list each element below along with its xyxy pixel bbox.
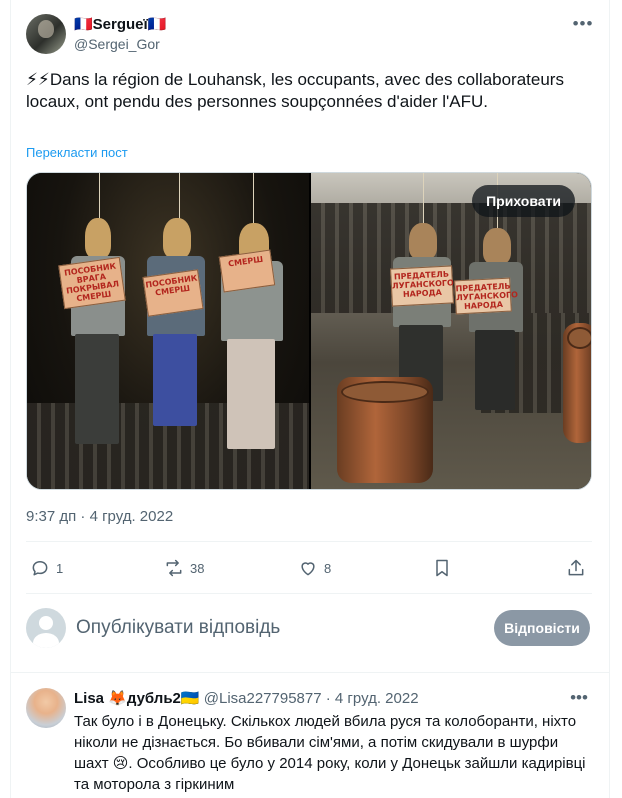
like-action[interactable]: 8: [298, 556, 331, 580]
reply-composer: Опублікувати відповідь Відповісти: [26, 608, 592, 648]
share-action[interactable]: [566, 556, 586, 580]
post-photo-1[interactable]: ПОСОБНИК ВРАГА ПОКРЫВАЛ СМЕРШ ПОСОБНИК С…: [27, 173, 309, 489]
post-text: ⚡⚡Dans la région de Louhansk, les occupa…: [26, 70, 564, 111]
commenter-handle[interactable]: @Lisa227795877: [204, 690, 322, 707]
action-bar: 1 38 8: [26, 556, 592, 580]
sign: СМЕРШ: [218, 249, 276, 293]
repost-count: 38: [190, 560, 205, 576]
bookmark-action[interactable]: [432, 556, 452, 580]
author-avatar[interactable]: [26, 14, 66, 54]
bookmark-icon: [436, 559, 448, 577]
barrel-decoration: [337, 377, 433, 483]
post-header: 🇫🇷Sergueï🇫🇷 @Sergei_Gor •••: [26, 14, 596, 56]
post-timestamp[interactable]: 9:37 дп · 4 груд. 2022: [26, 508, 173, 525]
hide-media-button[interactable]: Приховати: [472, 185, 575, 217]
like-count: 8: [324, 560, 332, 576]
commenter-name[interactable]: Lisa 🦊дубль2🇺🇦: [74, 690, 200, 707]
sign: ПОСОБНИК СМЕРШ: [142, 269, 204, 317]
reply-count: 1: [56, 560, 64, 576]
divider: [10, 672, 610, 673]
repost-action[interactable]: 38: [164, 556, 204, 580]
comment-date[interactable]: 4 груд. 2022: [335, 690, 419, 707]
divider: [26, 593, 592, 594]
heart-icon: [301, 562, 315, 576]
divider: [26, 541, 592, 542]
commenter-avatar[interactable]: [26, 688, 66, 728]
author-name[interactable]: 🇫🇷Sergueï🇫🇷: [74, 15, 166, 33]
figure: [465, 228, 527, 418]
rope: [423, 173, 424, 228]
barrel-decoration: [563, 323, 591, 443]
figure: [143, 218, 207, 438]
reply-input[interactable]: Опублікувати відповідь: [76, 617, 280, 639]
user-avatar[interactable]: [26, 608, 66, 648]
comment-header: Lisa 🦊дубль2🇺🇦 @Lisa227795877 · 4 груд. …: [74, 689, 419, 707]
reply-button[interactable]: Відповісти: [494, 610, 590, 646]
sign: ПРЕДАТЕЛЬ ЛУГАНСКОГО НАРОДА: [390, 265, 454, 307]
sign: ПРЕДАТЕЛЬ ЛУГАНСКОГО НАРОДА: [454, 277, 518, 315]
translate-post-link[interactable]: Перекласти пост: [26, 145, 128, 160]
meta-separator: ·: [321, 690, 335, 707]
more-options-icon[interactable]: •••: [570, 14, 596, 34]
more-options-icon[interactable]: •••: [566, 688, 592, 708]
share-icon: [568, 559, 584, 576]
author-handle[interactable]: @Sergei_Gor: [74, 36, 160, 52]
reply-icon: [32, 561, 48, 576]
repost-icon: [166, 559, 182, 577]
sign: ПОСОБНИК ВРАГА ПОКРЫВАЛ СМЕРШ: [58, 256, 126, 310]
reply-action[interactable]: 1: [30, 556, 63, 580]
post-media[interactable]: ПОСОБНИК ВРАГА ПОКРЫВАЛ СМЕРШ ПОСОБНИК С…: [26, 172, 592, 490]
comment-text: Так було і в Донецьку. Скількох людей вб…: [74, 713, 586, 793]
post-photo-2[interactable]: ПРЕДАТЕЛЬ ЛУГАНСКОГО НАРОДА ПРЕДАТЕЛЬ ЛУ…: [311, 173, 591, 489]
